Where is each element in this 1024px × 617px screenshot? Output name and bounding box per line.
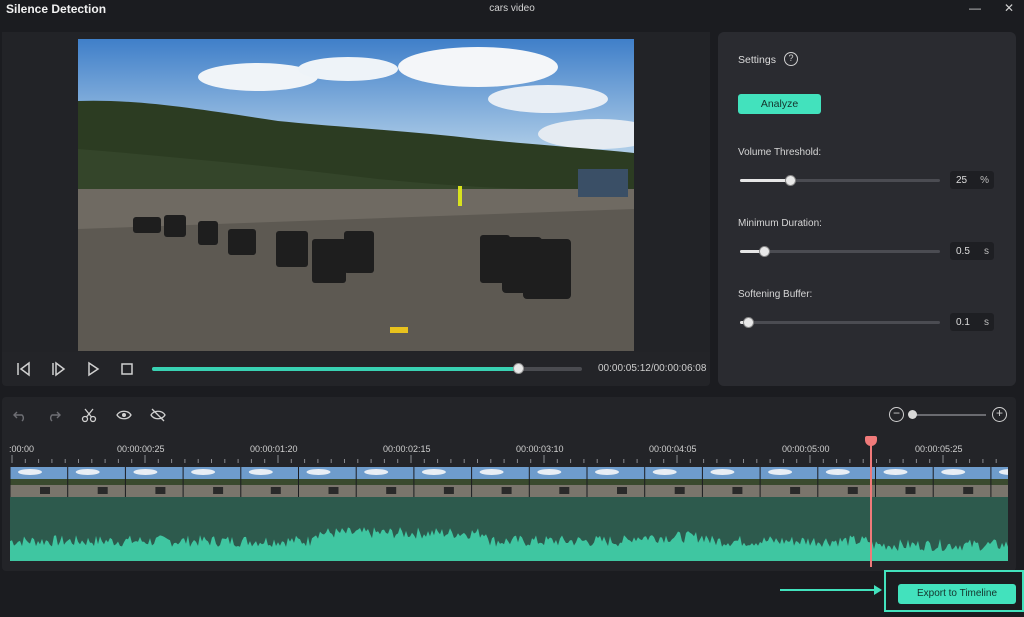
pointer-arrow-head [874,585,882,595]
playback-scrubber-handle[interactable] [512,363,524,374]
ruler-label: 00:00:05:25 [915,444,963,454]
player-controls: 00:00:05:12/00:00:06:08 [2,352,710,386]
playback-progress [152,367,518,371]
export-to-timeline-button[interactable]: Export to Timeline [898,584,1016,604]
volume-threshold-label: Volume Threshold: [738,147,822,158]
minimum-duration-handle[interactable] [759,246,770,257]
ruler-label: 00:00:04:05 [649,444,697,454]
video-thumbnail [586,467,645,497]
ruler-label: 00:00:01:20 [250,444,298,454]
audio-track[interactable] [10,497,1008,561]
preview-background [2,32,710,352]
video-thumbnails [10,467,1008,497]
volume-threshold-slider[interactable] [740,175,940,186]
ruler-label: 00:00:00:25 [117,444,165,454]
zoom-slider[interactable] [912,414,986,416]
softening-buffer-input[interactable]: 0.1 s [950,313,994,331]
video-thumbnail [701,467,761,497]
settings-panel: Settings ? Analyze Volume Threshold: 25 … [718,32,1016,386]
video-thumbnail [124,467,184,497]
playback-scrubber[interactable] [152,363,582,374]
softening-buffer-slider[interactable] [740,317,940,328]
softening-buffer-label: Softening Buffer: [738,289,813,300]
close-icon[interactable]: ✕ [998,0,1020,18]
video-thumbnail [10,467,68,497]
redo-icon[interactable] [46,407,62,423]
timecode: 00:00:05:12/00:00:06:08 [598,363,707,374]
zoom-out-icon[interactable]: − [889,407,904,422]
volume-threshold-input[interactable]: 25 % [950,171,994,189]
volume-threshold-fill [740,179,790,182]
timeline-ruler[interactable] [10,455,1008,463]
video-thumbnail [817,467,876,497]
video-thumbnail [875,467,934,497]
settings-title: Settings [738,54,776,66]
video-thumbnail [298,467,357,497]
video-preview-panel: 00:00:05:12/00:00:06:08 [2,32,710,386]
ruler-label: :00:00 [9,444,35,454]
undo-icon[interactable] [12,407,28,423]
minimum-duration-label: Minimum Duration: [738,218,822,229]
video-thumbnail [355,467,414,497]
document-title: cars video [489,3,535,14]
stop-icon[interactable] [118,360,136,378]
volume-threshold-handle[interactable] [785,175,796,186]
minimum-duration-unit: s [984,246,989,257]
video-thumbnail [182,467,241,497]
minimize-icon[interactable]: — [964,0,986,18]
zoom-slider-handle[interactable] [908,410,917,419]
title-bar: Silence Detection cars video — ✕ [0,0,1024,20]
audio-waveform [10,527,1008,561]
video-frame[interactable] [78,39,634,351]
previous-frame-icon[interactable] [14,360,32,378]
video-thumbnail [644,467,703,497]
minimum-duration-slider[interactable] [740,246,940,257]
video-thumbnail [990,467,1008,497]
video-thumbnail [240,467,299,497]
analyze-button[interactable]: Analyze [738,94,821,114]
softening-buffer-unit: s [984,317,989,328]
zoom-in-icon[interactable]: + [992,407,1007,422]
video-track[interactable] [10,467,1008,497]
ruler-label: 00:00:02:15 [383,444,431,454]
playhead[interactable] [870,441,872,567]
video-thumbnail [759,467,818,497]
playhead-handle[interactable] [865,436,877,446]
softening-buffer-handle[interactable] [743,317,754,328]
next-frame-icon[interactable] [49,360,67,378]
play-icon[interactable] [84,360,102,378]
softening-buffer-value: 0.1 [956,317,970,328]
video-thumbnail [471,467,530,497]
eye-icon[interactable] [116,407,132,423]
video-thumbnail [67,467,126,497]
minimum-duration-value: 0.5 [956,246,970,257]
ruler-label: 00:00:05:00 [782,444,830,454]
eye-off-icon[interactable] [150,407,166,423]
help-icon[interactable]: ? [784,52,798,66]
video-thumbnail [528,467,587,497]
pointer-arrow [780,589,876,591]
timeline-panel: − + :00:00 00:00:00:25 00:00:01:20 00:00… [2,397,1016,571]
ruler-label: 00:00:03:10 [516,444,564,454]
minimum-duration-input[interactable]: 0.5 s [950,242,994,260]
volume-threshold-value: 25 [956,175,968,186]
video-thumbnail [413,467,472,497]
scissors-icon[interactable] [81,407,97,423]
volume-threshold-unit: % [980,175,989,186]
video-thumbnail [932,467,991,497]
